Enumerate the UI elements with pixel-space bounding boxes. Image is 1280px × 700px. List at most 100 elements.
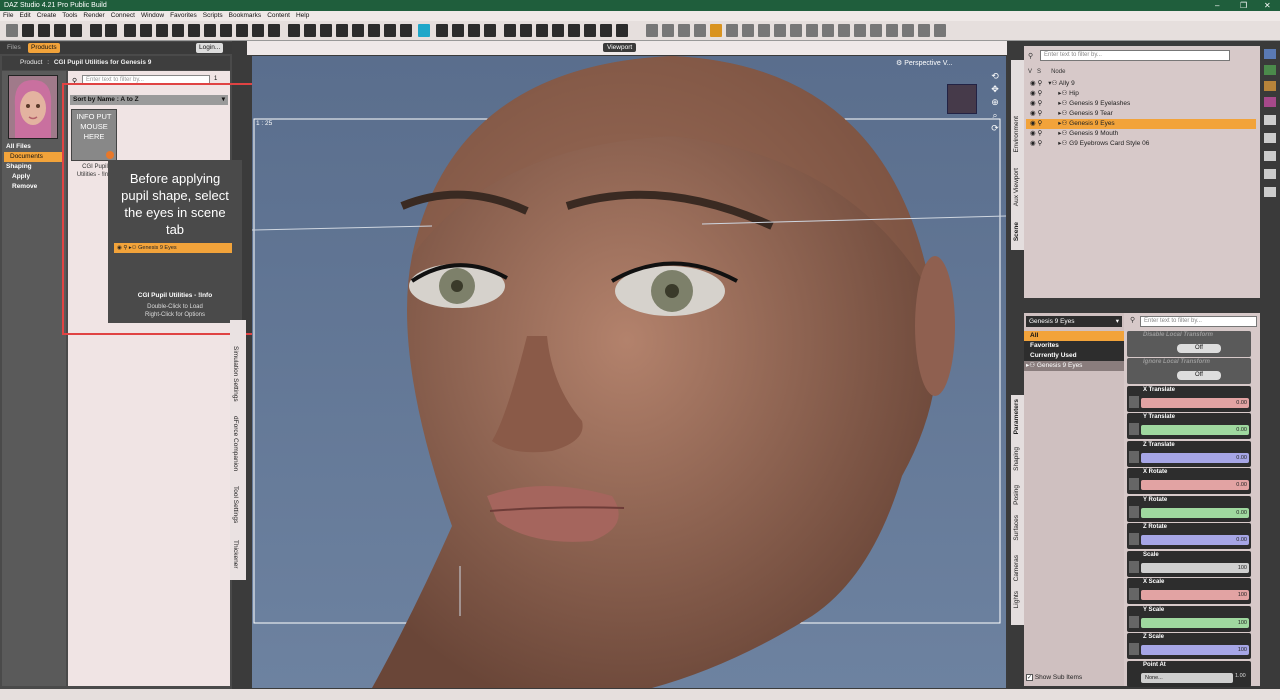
menu-render[interactable]: Render	[83, 11, 104, 21]
region-tool-icon[interactable]	[204, 24, 216, 37]
open-icon[interactable]	[22, 24, 34, 37]
pin-tool-icon[interactable]	[806, 24, 818, 37]
group-favorites[interactable]: Favorites	[1024, 341, 1124, 351]
tab-shaping[interactable]: Shaping	[1013, 447, 1020, 471]
save-icon[interactable]	[54, 24, 66, 37]
orbit-camera-icon[interactable]	[678, 24, 690, 37]
modifier-icon[interactable]	[552, 24, 564, 37]
frame-icon[interactable]	[870, 24, 882, 37]
page-number[interactable]: 1	[214, 76, 217, 82]
iray-icon[interactable]	[418, 24, 430, 37]
scene-search-input[interactable]: Enter text to filter by...	[1040, 50, 1230, 61]
scene-node[interactable]: ◉ ⚲ ▸⚇ Genesis 9 Tear	[1026, 109, 1256, 119]
navigation-controls[interactable]: ⟲ ✥ ⊕ ⌕ ⟳	[988, 70, 1002, 140]
joint-editor-icon[interactable]	[726, 24, 738, 37]
render-icon[interactable]	[1264, 81, 1276, 91]
content-icon[interactable]	[1264, 49, 1276, 59]
smart-content-icon[interactable]	[1264, 65, 1276, 75]
param-y-translate[interactable]: Y Translate 0.00	[1127, 413, 1251, 439]
plugin-icon[interactable]	[584, 24, 596, 37]
dforce-icon[interactable]	[504, 24, 516, 37]
menu-connect[interactable]: Connect	[111, 11, 135, 21]
simulate-icon[interactable]	[520, 24, 532, 37]
slider[interactable]: 0.00	[1141, 398, 1249, 408]
save-as-icon[interactable]	[70, 24, 82, 37]
menu-tools[interactable]: Tools	[62, 11, 77, 21]
twist-tool-icon[interactable]	[790, 24, 802, 37]
camera-select[interactable]: ⚙ Perspective V...	[896, 58, 996, 70]
point-light-icon[interactable]	[336, 24, 348, 37]
param-scale[interactable]: Scale 100	[1127, 551, 1251, 577]
node-tool-icon[interactable]	[124, 24, 136, 37]
scene-node-selected[interactable]: ◉ ⚲ ▸⚇ Genesis 9 Eyes	[1026, 119, 1256, 129]
aim-icon[interactable]	[886, 24, 898, 37]
slider[interactable]: 100	[1141, 618, 1249, 628]
settings-icon[interactable]	[1264, 187, 1276, 197]
script-icon[interactable]	[616, 24, 628, 37]
figure-icon[interactable]	[400, 24, 412, 37]
scene-node[interactable]: ◉ ⚲ ▾⚇ Ally 9	[1026, 79, 1256, 89]
create-camera-icon[interactable]	[288, 24, 300, 37]
tab-aux-viewport[interactable]: Aux Viewport	[1013, 168, 1020, 206]
slider[interactable]: 100	[1141, 645, 1249, 655]
tab-tool-settings[interactable]: Tool Settings	[232, 486, 239, 523]
rotate-tool-icon[interactable]	[140, 24, 152, 37]
group-all[interactable]: All	[1024, 331, 1124, 341]
viewport-tab[interactable]: Viewport	[603, 43, 637, 52]
translate-tool-icon[interactable]	[172, 24, 184, 37]
spot-light-icon[interactable]	[320, 24, 332, 37]
toggle-off[interactable]: Off	[1177, 344, 1221, 353]
param-y-scale[interactable]: Y Scale 100	[1127, 606, 1251, 632]
tab-dforce-companion[interactable]: dForce Companion	[232, 416, 239, 471]
tab-thickener[interactable]: Thickener	[232, 540, 239, 569]
tab-lights[interactable]: Lights	[1013, 591, 1020, 608]
tab-cameras[interactable]: Cameras	[1013, 555, 1020, 581]
login-button[interactable]: Login...	[196, 43, 224, 53]
point-tool-icon[interactable]	[822, 24, 834, 37]
scene-node[interactable]: ◉ ⚲ ▸⚇ Genesis 9 Mouth	[1026, 129, 1256, 139]
slider[interactable]: 0.00	[1141, 535, 1249, 545]
tab-posing[interactable]: Posing	[1013, 485, 1020, 505]
scale-tool-icon[interactable]	[156, 24, 168, 37]
geometry-tool-icon[interactable]	[236, 24, 248, 37]
slider[interactable]: 100	[1141, 590, 1249, 600]
pose-icon[interactable]	[1264, 133, 1276, 143]
clear-sim-icon[interactable]	[536, 24, 548, 37]
move-camera-icon[interactable]	[646, 24, 658, 37]
slider[interactable]: 0.00	[1141, 425, 1249, 435]
close-button[interactable]: ✕	[1264, 0, 1271, 11]
slider[interactable]: 100	[1141, 563, 1249, 573]
scene-node[interactable]: ◉ ⚲ ▸⚇ G9 Eyebrows Card Style 06	[1026, 139, 1256, 149]
tab-files[interactable]: Files	[4, 43, 24, 53]
scene-node[interactable]: ◉ ⚲ ▸⚇ Genesis 9 Eyelashes	[1026, 99, 1256, 109]
menu-file[interactable]: File	[3, 11, 13, 21]
zoom-camera-icon[interactable]	[662, 24, 674, 37]
disable-local-transform[interactable]: Disable Local Transform Off	[1127, 331, 1251, 357]
tab-products[interactable]: Products	[28, 43, 60, 53]
menu-create[interactable]: Create	[37, 11, 57, 21]
measure-icon[interactable]	[854, 24, 866, 37]
documents-item[interactable]: Documents	[4, 152, 64, 162]
param-search-input[interactable]: Enter text to filter by...	[1140, 316, 1257, 327]
maximize-button[interactable]: ❐	[1240, 0, 1247, 11]
minimize-button[interactable]: –	[1215, 0, 1219, 11]
tab-simulation-settings[interactable]: Simulation Settings	[232, 346, 239, 402]
plane-icon[interactable]	[384, 24, 396, 37]
tab-parameters[interactable]: Parameters	[1013, 399, 1020, 434]
param-y-rotate[interactable]: Y Rotate 0.00	[1127, 496, 1251, 522]
menu-edit[interactable]: Edit	[19, 11, 30, 21]
scene-node[interactable]: ◉ ⚲ ▸⚇ Hip	[1026, 89, 1256, 99]
menu-content[interactable]: Content	[267, 11, 290, 21]
active-pose-icon[interactable]	[710, 24, 722, 37]
toggle-off[interactable]: Off	[1177, 371, 1221, 380]
slider[interactable]: 0.00	[1141, 480, 1249, 490]
plus-icon[interactable]	[600, 24, 612, 37]
merge-icon[interactable]	[38, 24, 50, 37]
tab-surfaces[interactable]: Surfaces	[1013, 515, 1020, 541]
distant-light-icon[interactable]	[352, 24, 364, 37]
tab-scene[interactable]: Scene	[1013, 222, 1020, 241]
slider[interactable]: 0.00	[1141, 508, 1249, 518]
shader-icon[interactable]	[468, 24, 480, 37]
ignore-local-transform[interactable]: Ignore Local Transform Off	[1127, 358, 1251, 384]
param-x-rotate[interactable]: X Rotate 0.00	[1127, 468, 1251, 494]
